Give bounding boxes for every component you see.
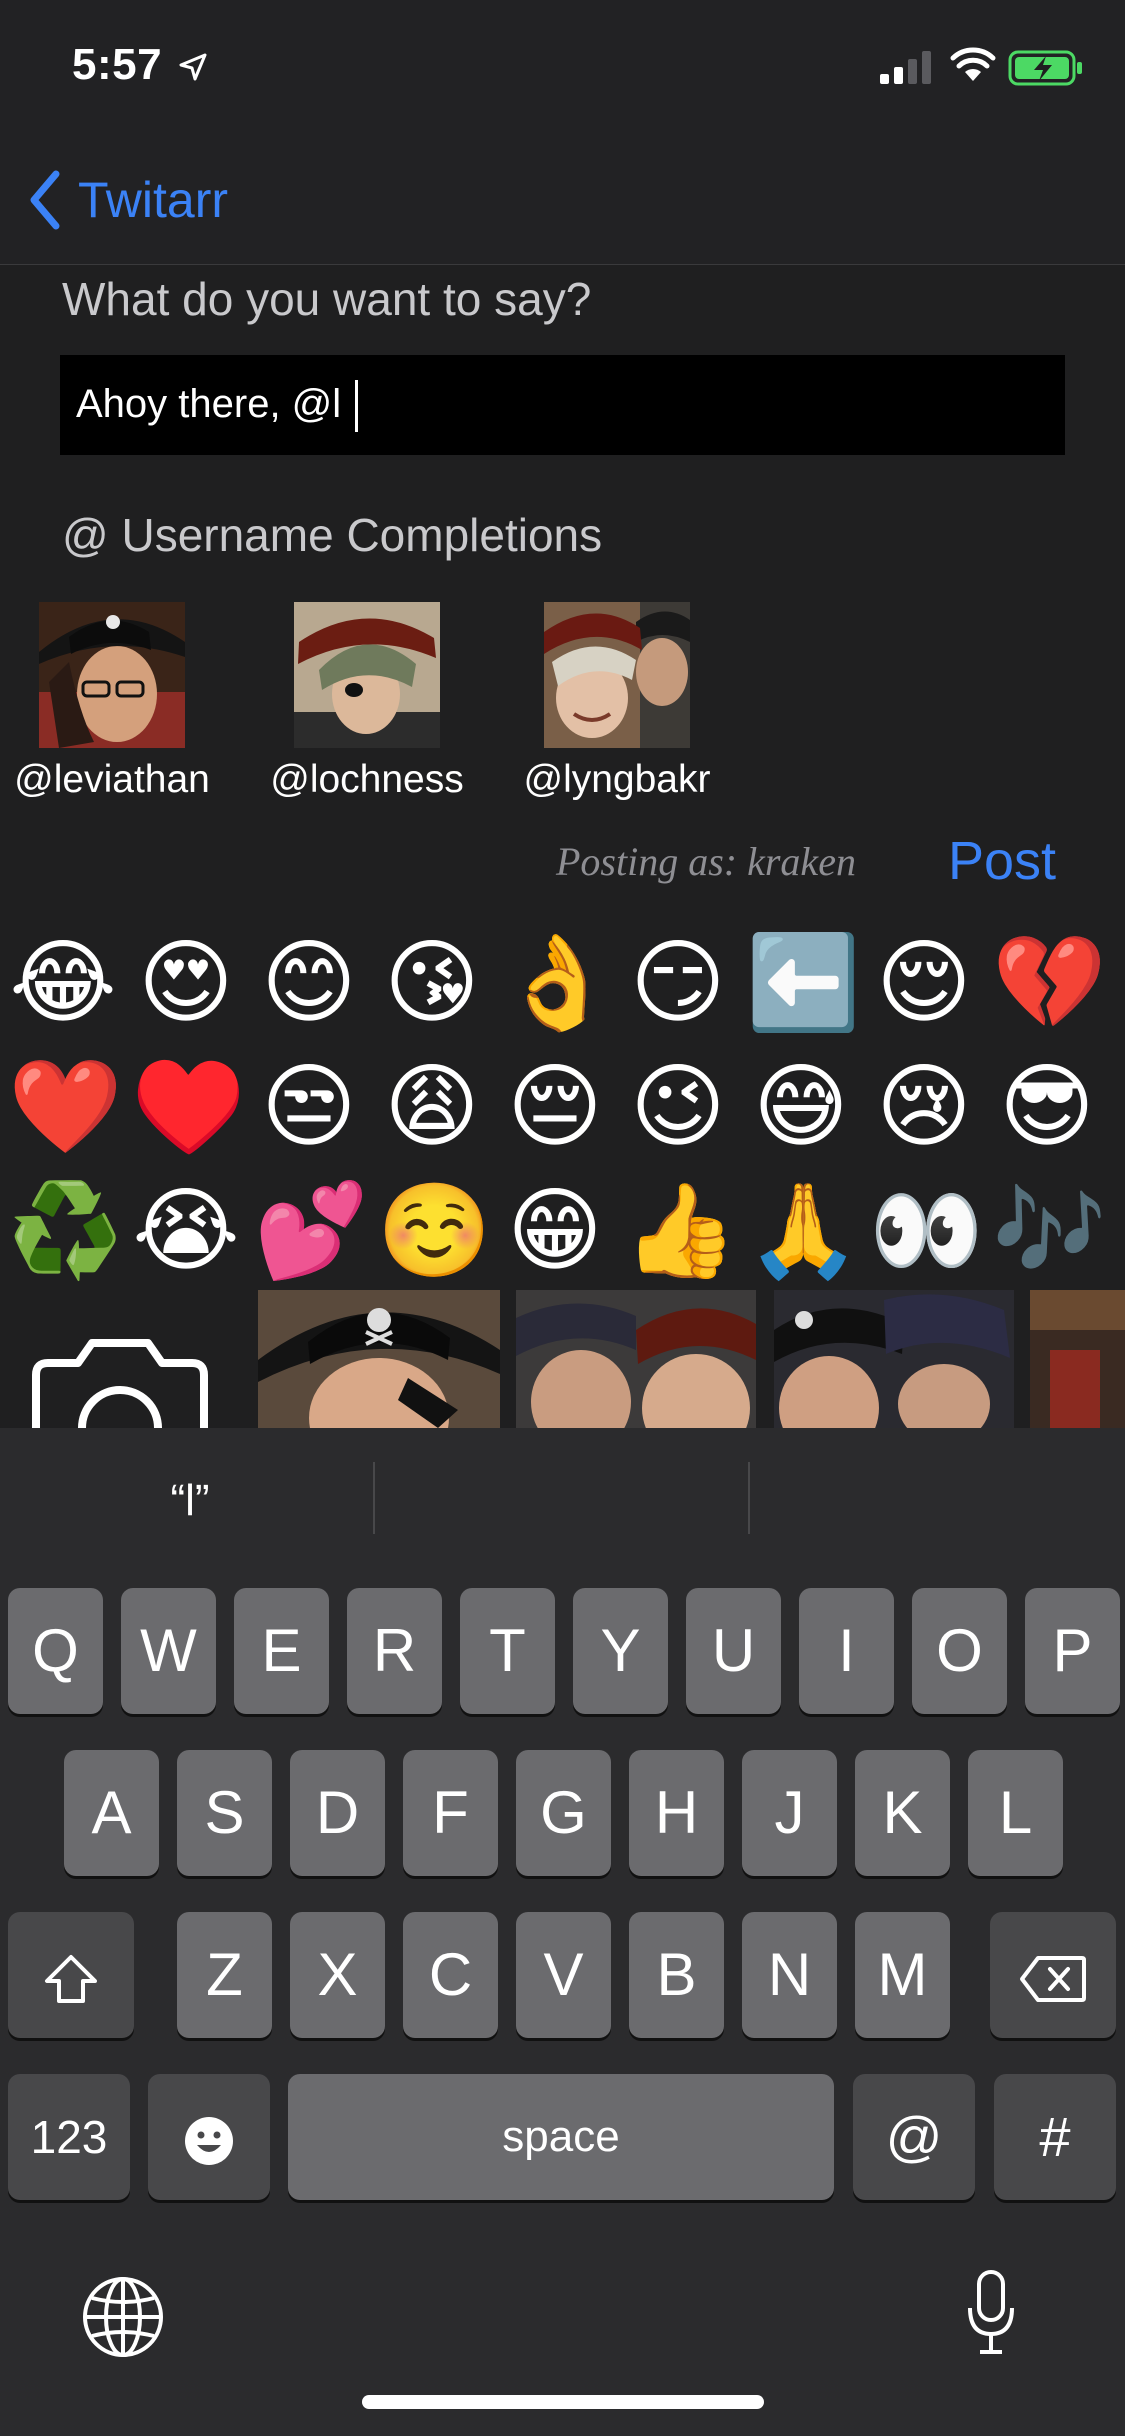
completion-user-lochness[interactable]: @lochness (247, 602, 487, 802)
status-time: 5:57 (72, 40, 163, 89)
emoji-button[interactable]: 👍 (623, 1176, 738, 1286)
completion-username[interactable]: @lyngbakr (497, 758, 737, 802)
key-t[interactable]: T (460, 1588, 555, 1714)
compose-prompt: What do you want to say? (62, 273, 592, 325)
post-button[interactable]: Post (948, 830, 1056, 892)
emoji-button[interactable]: 😍 (131, 928, 241, 1038)
emoji-button[interactable]: ♻️ (8, 1176, 123, 1286)
microphone-icon[interactable] (966, 2268, 1016, 2358)
completions-title: @ Username Completions (62, 509, 603, 561)
emoji-button[interactable]: 😎 (992, 1052, 1102, 1162)
key-s[interactable]: S (177, 1750, 272, 1876)
delete-icon (1020, 1955, 1086, 2002)
key-y[interactable]: Y (573, 1588, 668, 1714)
emoji-button[interactable]: 😘 (377, 928, 487, 1038)
key-r[interactable]: R (347, 1588, 442, 1714)
emoji-button[interactable]: 😩 (377, 1052, 487, 1162)
posting-as-label: Posting as: kraken (556, 839, 856, 884)
key-n[interactable]: N (742, 1912, 837, 2038)
emoji-icon (185, 2116, 233, 2165)
key-o[interactable]: O (912, 1588, 1007, 1714)
text-caret (355, 380, 358, 432)
key-p[interactable]: P (1025, 1588, 1120, 1714)
key-b[interactable]: B (629, 1912, 724, 2038)
key-c[interactable]: C (403, 1912, 498, 2038)
emoji-button[interactable]: 👌 (500, 928, 615, 1038)
battery-charging-icon (1008, 50, 1082, 86)
key-a[interactable]: A (64, 1750, 159, 1876)
emoji-button[interactable]: 🙏 (746, 1176, 861, 1286)
key-u[interactable]: U (686, 1588, 781, 1714)
camera-icon[interactable] (26, 1335, 214, 1428)
compose-text[interactable]: Ahoy there, @l (76, 376, 341, 432)
key-w[interactable]: W (121, 1588, 216, 1714)
predictive-divider (748, 1462, 750, 1534)
key-m[interactable]: M (855, 1912, 950, 2038)
completion-user-lyngbakr[interactable]: @lyngbakr (497, 602, 737, 802)
emoji-button[interactable]: 😌 (869, 928, 979, 1038)
avatar[interactable] (294, 602, 440, 748)
shift-icon (45, 1954, 97, 2003)
emoji-button[interactable]: 😏 (623, 928, 733, 1038)
emoji-button[interactable]: 😭 (131, 1176, 241, 1286)
emoji-button[interactable]: ♥️ (131, 1052, 246, 1162)
avatar[interactable] (544, 602, 690, 748)
key-k[interactable]: K (855, 1750, 950, 1876)
photo-thumbnail[interactable] (258, 1290, 500, 1428)
globe-icon[interactable] (80, 2274, 166, 2360)
key-d[interactable]: D (290, 1750, 385, 1876)
emoji-button[interactable]: ☺️ (377, 1176, 492, 1286)
emoji-button[interactable]: 😊 (254, 928, 364, 1038)
emoji-button[interactable]: 😢 (869, 1052, 979, 1162)
chevron-left-icon[interactable] (26, 168, 64, 232)
emoji-button[interactable]: 👀 (869, 1176, 984, 1286)
at-key[interactable]: @ (853, 2074, 975, 2200)
avatar[interactable] (39, 602, 185, 748)
key-i[interactable]: I (799, 1588, 894, 1714)
photo-thumbnail[interactable] (516, 1290, 756, 1428)
wifi-icon (950, 47, 996, 81)
key-x[interactable]: X (290, 1912, 385, 2038)
cellular-signal-icon (880, 51, 931, 84)
key-j[interactable]: J (742, 1750, 837, 1876)
emoji-button[interactable]: 🎶 (992, 1176, 1107, 1286)
key-f[interactable]: F (403, 1750, 498, 1876)
key-e[interactable]: E (234, 1588, 329, 1714)
space-key[interactable]: space (288, 2074, 834, 2200)
emoji-button[interactable]: 😉 (623, 1052, 733, 1162)
numbers-key[interactable]: 123 (8, 2074, 130, 2200)
emoji-button[interactable]: 😅 (746, 1052, 856, 1162)
hash-key[interactable]: # (994, 2074, 1116, 2200)
shift-key[interactable] (8, 1912, 134, 2038)
photo-thumbnail[interactable] (1030, 1290, 1125, 1428)
emoji-button[interactable]: 😂 (8, 928, 118, 1038)
emoji-button[interactable]: ❤️ (8, 1052, 123, 1162)
key-g[interactable]: G (516, 1750, 611, 1876)
completion-user-leviathan[interactable]: @leviathan (0, 602, 232, 802)
key-z[interactable]: Z (177, 1912, 272, 2038)
photo-thumbnail[interactable] (774, 1290, 1014, 1428)
emoji-key[interactable] (148, 2074, 270, 2200)
emoji-button[interactable]: ⬅️ (746, 928, 861, 1038)
emoji-button[interactable]: 😁 (500, 1176, 610, 1286)
emoji-button[interactable]: 💕 (254, 1176, 369, 1286)
completion-username[interactable]: @leviathan (0, 758, 232, 802)
emoji-button[interactable]: 😒 (254, 1052, 364, 1162)
key-h[interactable]: H (629, 1750, 724, 1876)
key-q[interactable]: Q (8, 1588, 103, 1714)
key-v[interactable]: V (516, 1912, 611, 2038)
home-indicator (362, 2395, 764, 2409)
emoji-button[interactable]: 💔 (992, 928, 1107, 1038)
location-arrow-icon (179, 53, 207, 81)
predictive-divider (373, 1462, 375, 1534)
emoji-button[interactable]: 😔 (500, 1052, 610, 1162)
predictive-suggestion[interactable]: “l” (120, 1476, 260, 1526)
key-l[interactable]: L (968, 1750, 1063, 1876)
back-button[interactable]: Twitarr (78, 168, 228, 232)
completion-username[interactable]: @lochness (247, 758, 487, 802)
delete-key[interactable] (990, 1912, 1116, 2038)
